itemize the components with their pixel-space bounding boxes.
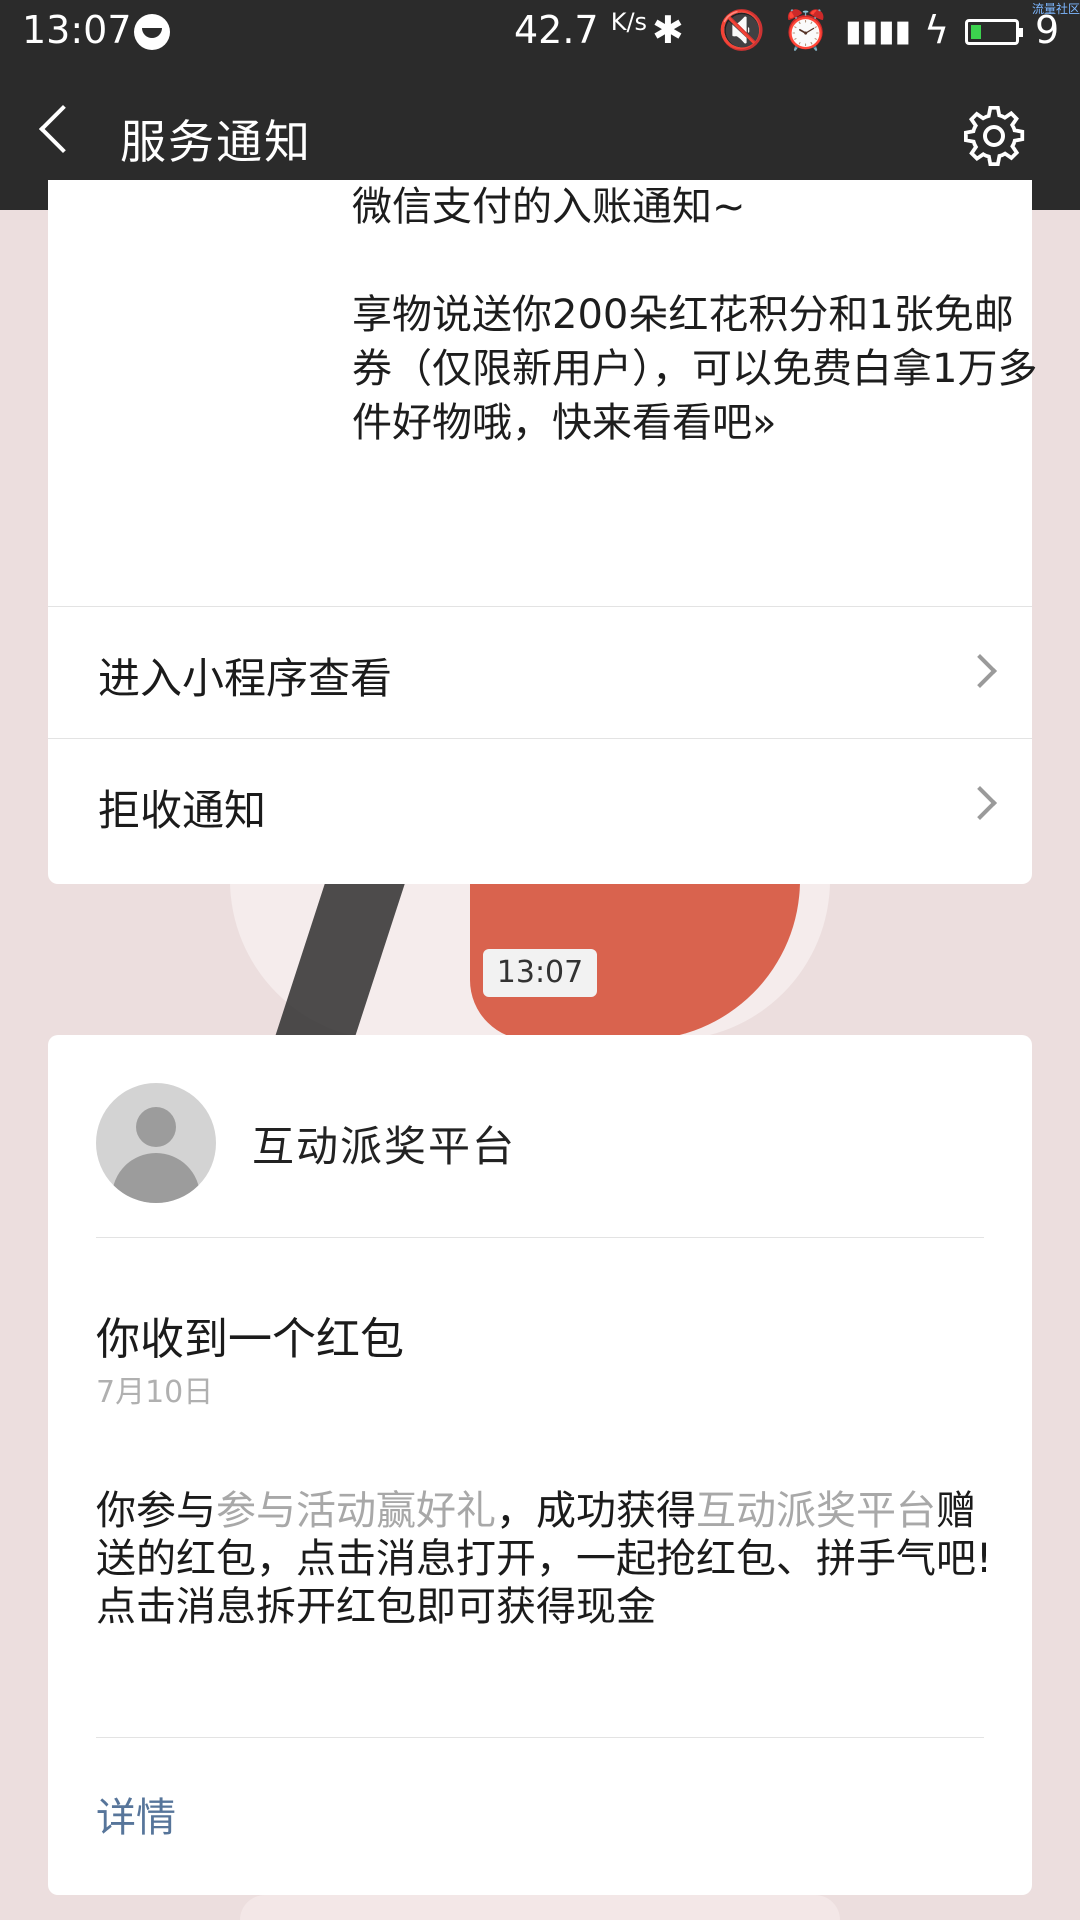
reject-notification-label: 拒收通知 [98,786,267,835]
charging-icon: ϟ [924,8,950,52]
qq-icon [134,14,170,50]
status-time: 13:07 [22,8,132,52]
reject-notification-row[interactable]: 拒收通知 [48,738,1032,871]
divider [96,1237,984,1238]
message-date: 7月10日 [96,1375,214,1410]
notification-text-line: 微信支付的入账通知~ [352,184,746,230]
status-bar: 13:07 42.7 K/s ✱ 🔇 ⏰ ▮▮▮▮ ϟ 9 流量社区 [0,0,1080,66]
body-prefix: 你参与 [96,1488,216,1534]
notification-card-red-packet[interactable]: 互动派奖平台 你收到一个红包 7月10日 你参与参与活动赢好礼，成功获得互动派奖… [48,1035,1032,1895]
notification-card-mini-program[interactable]: 微信支付的入账通知~ 享物说送你200朵红花积分和1张免邮券（仅限新用户），可以… [48,180,1037,884]
settings-gear-icon[interactable] [964,106,1028,170]
open-mini-program-label: 进入小程序查看 [98,654,393,703]
divider [96,1737,984,1738]
avatar-head [136,1107,176,1147]
back-arrow-icon[interactable] [38,104,88,154]
notification-promo-text: 享物说送你200朵红花积分和1张免邮券（仅限新用户），可以免费白拿1万多件好物哦… [352,292,1038,446]
details-link[interactable]: 详情 [96,1785,176,1843]
chevron-right-icon [963,654,997,688]
chevron-right-icon [963,786,997,820]
body-line-2: 点击消息拆开红包即可获得现金 [96,1584,656,1630]
avatar-body [112,1153,200,1203]
platform-name-highlight: 互动派奖平台 [696,1488,936,1534]
alarm-icon: ⏰ [782,8,830,52]
avatar[interactable] [96,1083,216,1203]
notification-body: 微信支付的入账通知~ 享物说送你200朵红花积分和1张免邮券（仅限新用户），可以… [352,180,1052,450]
bluetooth-icon: ✱ [652,8,684,52]
network-speed-value: 42.7 [514,8,599,52]
corner-watermark: 流量社区 [1031,2,1080,16]
message-body: 你参与参与活动赢好礼，成功获得互动派奖平台赠送的红包，点击消息打开，一起抢红包、… [96,1487,996,1631]
activity-name-highlight: 参与活动赢好礼 [216,1488,496,1534]
sender-name[interactable]: 互动派奖平台 [252,1113,516,1174]
body-mid: ，成功获得 [496,1488,696,1534]
open-mini-program-row[interactable]: 进入小程序查看 [48,606,1032,739]
network-speed-unit: K/s [610,8,648,36]
mute-icon: 🔇 [718,8,766,52]
wallpaper-bottom [240,1895,840,1920]
page-title: 服务通知 [120,115,312,169]
message-title: 你收到一个红包 [96,1314,404,1365]
network-speed: 42.7 K/s [514,8,647,52]
signal-icon: ▮▮▮▮ [845,14,912,49]
battery-icon [965,19,1023,45]
message-timestamp: 13:07 [483,949,597,997]
